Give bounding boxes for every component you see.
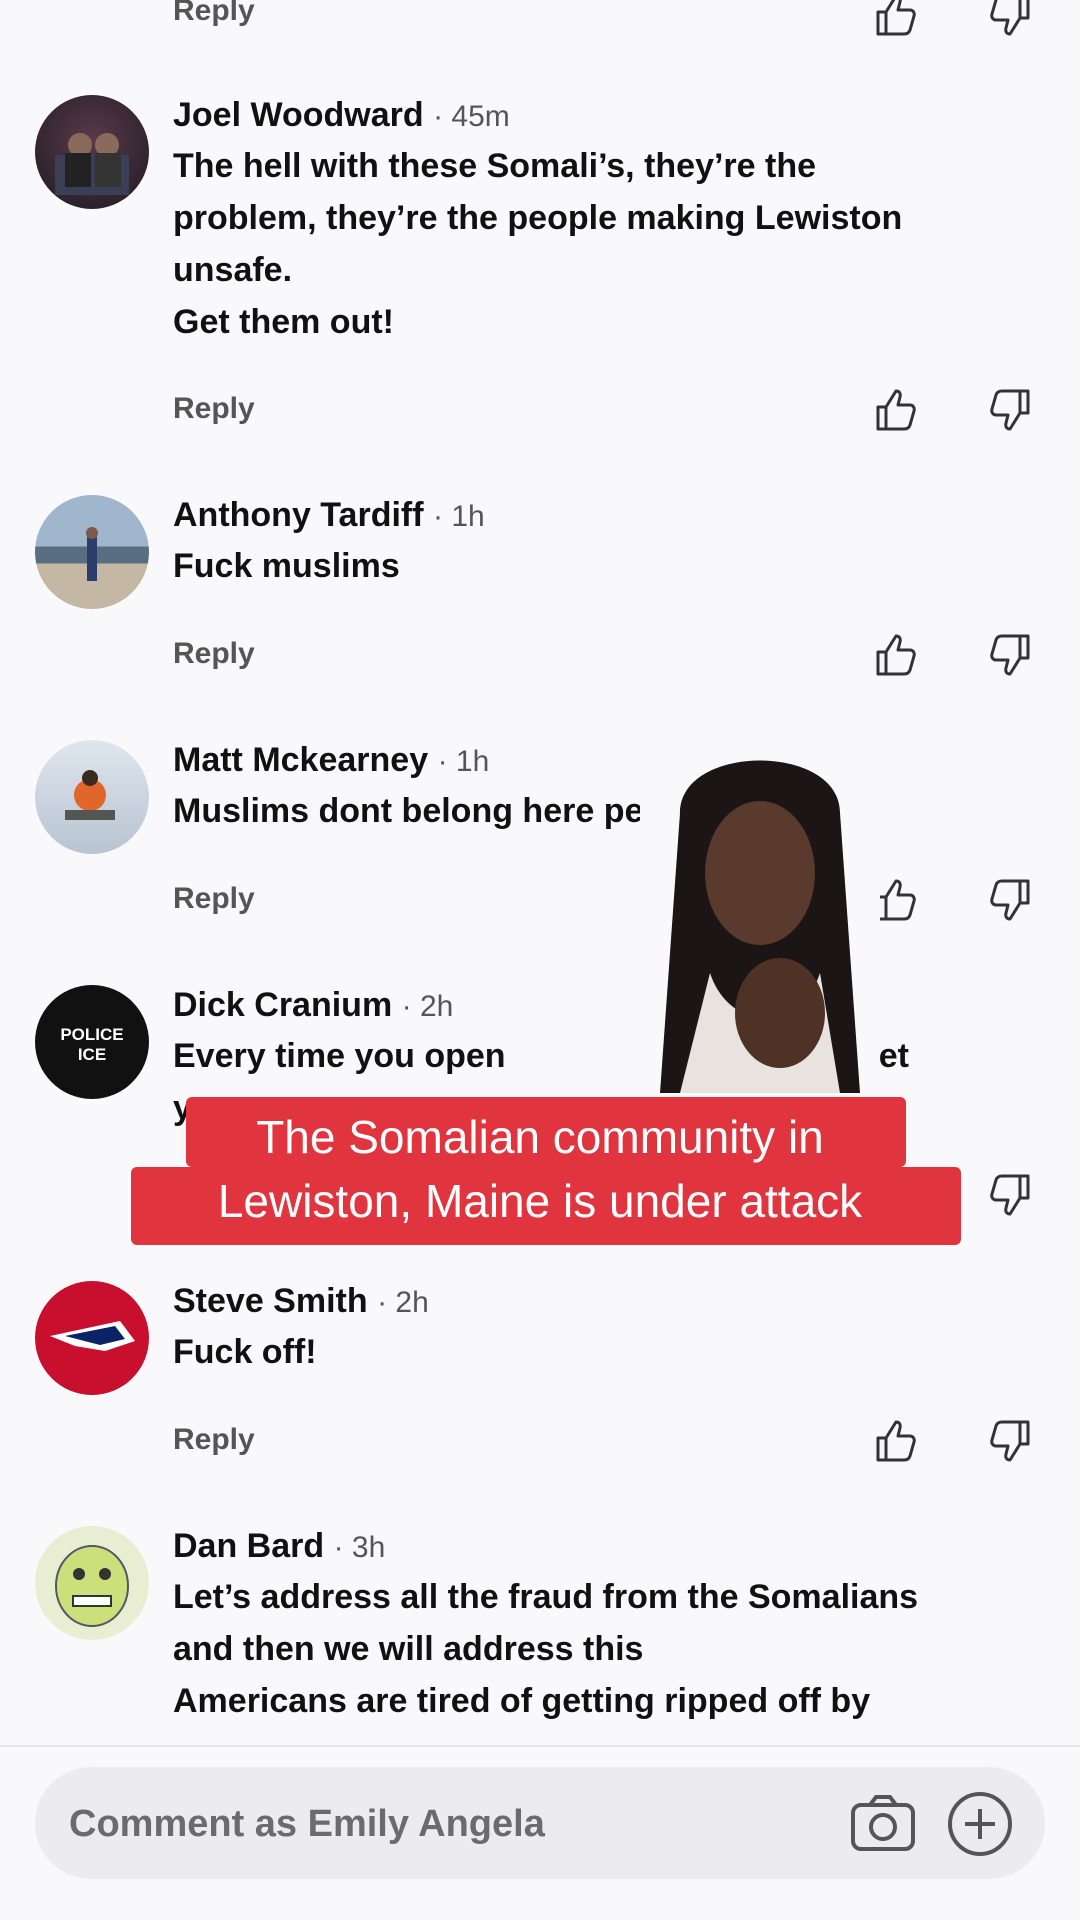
caption-line: The Somalian community in <box>256 1111 824 1163</box>
comment-text: The hell with these Somali’s, they’re th… <box>173 147 903 341</box>
thumbs-up-icon[interactable] <box>870 630 920 680</box>
thumbs-down-icon[interactable] <box>986 0 1036 40</box>
comment-text: Muslims dont belong here pe <box>173 792 644 830</box>
video-overlay <box>640 733 880 1093</box>
thumbs-down-icon[interactable] <box>986 630 1036 680</box>
comment-time: · 45m <box>433 100 510 133</box>
avatar[interactable] <box>35 95 149 209</box>
comment-author[interactable]: Joel Woodward · 45m <box>173 96 510 135</box>
reply-button[interactable]: Reply <box>173 392 255 426</box>
comment-text: Fuck muslims <box>173 547 400 585</box>
comment-time: · 1h <box>437 745 490 778</box>
comment-time: · 1h <box>433 500 485 533</box>
comment-time: · 3h <box>333 1531 386 1564</box>
reply-button[interactable]: Reply <box>173 637 255 671</box>
avatar[interactable] <box>35 1526 149 1640</box>
avatar[interactable] <box>35 495 149 609</box>
add-icon[interactable] <box>947 1791 1013 1857</box>
thumbs-down-icon[interactable] <box>986 875 1036 925</box>
comment-author[interactable]: Dick Cranium · 2h <box>173 986 453 1025</box>
avatar[interactable]: POLICE ICE <box>35 985 149 1099</box>
comment-input[interactable]: Comment as Emily Angela <box>35 1767 1045 1879</box>
thumbs-up-icon[interactable] <box>870 0 920 40</box>
comment-author[interactable]: Dan Bard · 3h <box>173 1527 385 1566</box>
comment-author[interactable]: Matt Mckearney · 1h <box>173 741 489 780</box>
avatar[interactable] <box>35 740 149 854</box>
comment-author[interactable]: Anthony Tardiff · 1h <box>173 496 485 535</box>
comment-time: · 2h <box>401 990 454 1023</box>
comment-text: Fuck off! <box>173 1333 317 1371</box>
reply-button[interactable]: Reply <box>173 1423 255 1457</box>
divider <box>0 1745 1080 1747</box>
thumbs-down-icon[interactable] <box>986 1416 1036 1466</box>
camera-icon[interactable] <box>850 1793 916 1853</box>
comment-time: · 2h <box>377 1286 429 1319</box>
thumbs-up-icon[interactable] <box>870 385 920 435</box>
comment-author[interactable]: Steve Smith · 2h <box>173 1282 429 1321</box>
reply-button[interactable]: Reply <box>173 0 255 28</box>
comment-input-placeholder: Comment as Emily Angela <box>69 1803 545 1845</box>
avatar-label: ICE <box>77 1045 107 1064</box>
thumbs-down-icon[interactable] <box>986 385 1036 435</box>
avatar-label: POLICE <box>60 1025 124 1044</box>
reply-button[interactable]: Reply <box>173 882 255 916</box>
thumbs-up-icon[interactable] <box>870 1416 920 1466</box>
caption-line: Lewiston, Maine is under attack <box>217 1175 863 1227</box>
comment-text: Let’s address all the fraud from the Som… <box>173 1578 919 1720</box>
avatar[interactable] <box>35 1281 149 1395</box>
